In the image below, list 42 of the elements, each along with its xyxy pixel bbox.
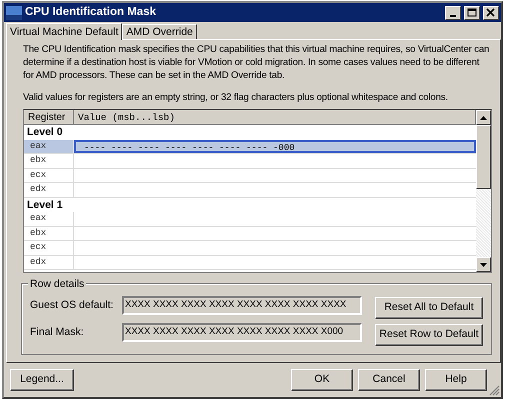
close-button[interactable] bbox=[483, 6, 499, 20]
description-text: The CPU Identification mask specifies the CPU capabilities that this virtual machine requires, so VirtualCenter can determine if a destination host is viable for VMotion or cold migration. In some cases values need to be different for AMD processors. These can be set in the AMD Override tab. bbox=[23, 43, 490, 82]
scroll-down-button[interactable] bbox=[476, 257, 491, 272]
table-cell: edx bbox=[24, 183, 74, 196]
legend-button[interactable]: Legend... bbox=[10, 369, 74, 391]
up-arrow-icon bbox=[480, 116, 487, 120]
table-cell: eax bbox=[24, 140, 74, 153]
hint-text: Valid values for registers are an empty string, or 32 flag characters plus optional whitespace and colons. bbox=[23, 91, 449, 104]
mask-field: XXXX XXXX XXXX XXXX XXXX XXXX XXXX XXXX bbox=[122, 296, 362, 315]
mask-field: XXXX XXXX XXXX XXXX XXXX XXXX XXXX X000 bbox=[122, 323, 362, 342]
maximize-icon bbox=[467, 8, 477, 18]
dialog-button[interactable]: OK bbox=[291, 369, 353, 391]
tab[interactable]: Virtual Machine Default bbox=[6, 23, 122, 40]
tab[interactable]: AMD Override bbox=[122, 24, 197, 39]
table-cell: ebx bbox=[24, 226, 74, 240]
table-cell: eax bbox=[24, 212, 74, 226]
field-label: Final Mask: bbox=[30, 324, 85, 340]
reset-button[interactable]: Reset All to Default bbox=[375, 297, 483, 319]
table-cell: edx bbox=[24, 256, 74, 269]
table-cell[interactable]: ---- ---- ---- ---- ---- ---- ---- -000 bbox=[74, 140, 476, 153]
table-row[interactable]: eax ---- ---- ---- ---- ---- ---- ---- -000 bbox=[24, 140, 476, 154]
table-cell: ebx bbox=[24, 154, 74, 168]
dialog-button[interactable]: Help bbox=[425, 369, 487, 391]
minimize-icon bbox=[450, 14, 456, 16]
table-cell: ecx bbox=[24, 168, 74, 182]
dialog-button[interactable]: Cancel bbox=[358, 369, 420, 391]
down-arrow-icon bbox=[480, 262, 487, 266]
group-label: Level 0 bbox=[26, 125, 64, 140]
column-header[interactable]: Register bbox=[24, 110, 74, 124]
field-label: Guest OS default: bbox=[30, 298, 114, 313]
resize-grip-icon[interactable] bbox=[489, 385, 500, 396]
maximize-button[interactable] bbox=[464, 6, 480, 20]
table-cell: ecx bbox=[24, 241, 74, 254]
scrollbar[interactable] bbox=[476, 110, 491, 272]
scroll-thumb[interactable] bbox=[476, 125, 491, 189]
app-icon bbox=[6, 6, 22, 20]
reset-button[interactable]: Reset Row to Default bbox=[375, 324, 483, 346]
close-icon bbox=[486, 8, 496, 18]
scroll-up-button[interactable] bbox=[476, 110, 491, 125]
minimize-button[interactable] bbox=[445, 6, 461, 20]
window-title: CPU Identification Mask bbox=[25, 4, 157, 20]
group-label: Level 1 bbox=[26, 198, 64, 212]
